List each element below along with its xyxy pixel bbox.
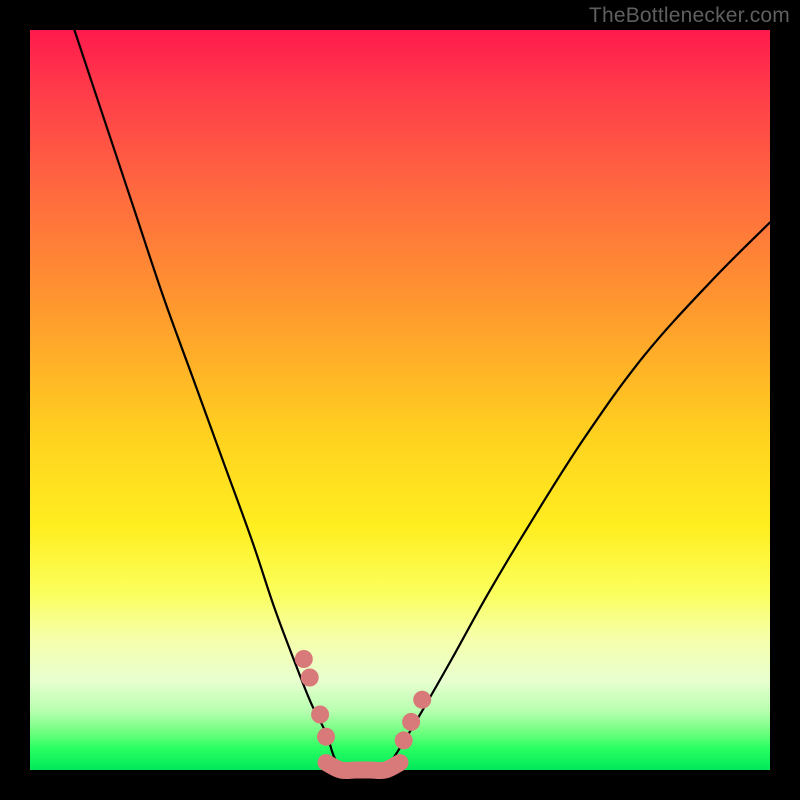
data-marker — [402, 713, 420, 731]
markers-group — [295, 650, 431, 749]
data-marker — [301, 669, 319, 687]
data-marker — [311, 706, 329, 724]
data-marker — [317, 728, 335, 746]
right-curve — [385, 222, 770, 770]
data-marker — [413, 691, 431, 709]
curves-svg — [30, 30, 770, 770]
plot-area — [30, 30, 770, 770]
data-marker — [295, 650, 313, 668]
watermark-text: TheBottlenecker.com — [589, 4, 790, 28]
data-marker — [395, 731, 413, 749]
valley-floor — [326, 763, 400, 771]
chart-frame: TheBottlenecker.com — [0, 0, 800, 800]
